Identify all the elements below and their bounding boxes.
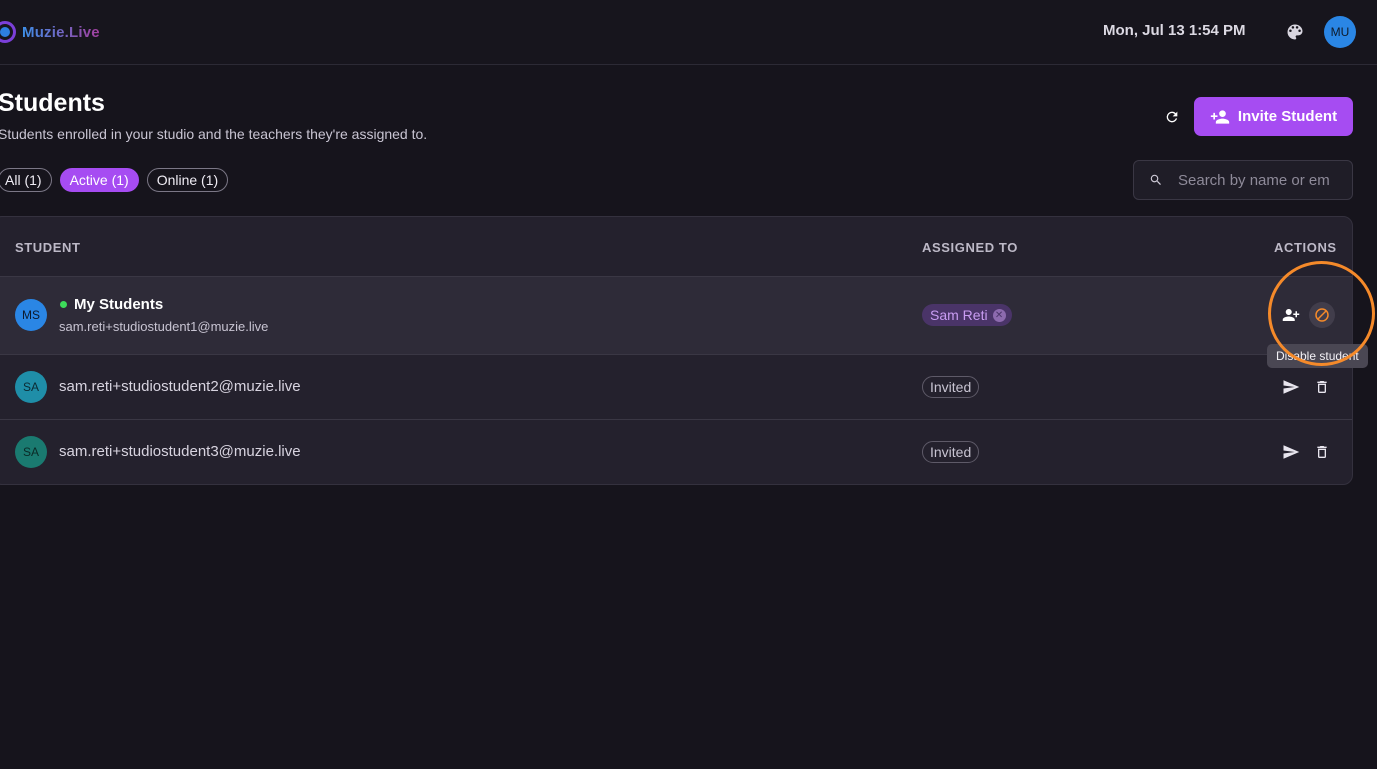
assigned-teacher-name: Sam Reti — [930, 307, 988, 323]
table-header: STUDENT ASSIGNED TO ACTIONS — [0, 217, 1352, 277]
send-icon — [1283, 445, 1300, 459]
page-title: Students — [0, 89, 105, 117]
column-student: STUDENT — [15, 240, 81, 255]
disable-student-button[interactable] — [1309, 302, 1335, 328]
student-email: sam.reti+studiostudent1@muzie.live — [59, 319, 269, 334]
logo-mark-icon — [0, 21, 16, 43]
logo-text: Muzie.Live — [22, 23, 100, 41]
online-status-dot — [60, 301, 67, 308]
resend-invite-button[interactable] — [1278, 439, 1304, 465]
resend-invite-button[interactable] — [1278, 374, 1304, 400]
student-name: My Students — [74, 296, 164, 313]
add-person-icon — [1210, 109, 1230, 124]
assign-teacher-button[interactable] — [1278, 302, 1304, 328]
palette-icon — [1287, 24, 1303, 40]
search-icon-wrap — [1134, 173, 1178, 187]
student-email: sam.reti+studiostudent3@muzie.live — [59, 443, 301, 460]
student-avatar: SA — [15, 371, 47, 403]
table-row[interactable]: SA sam.reti+studiostudent2@muzie.live In… — [0, 355, 1352, 420]
delete-invite-button[interactable] — [1309, 374, 1335, 400]
student-avatar: MS — [15, 299, 47, 331]
refresh-icon — [1166, 111, 1178, 123]
user-avatar[interactable]: MU — [1324, 16, 1356, 48]
current-datetime: Mon, Jul 13 1:54 PM — [1103, 22, 1246, 39]
trash-icon — [1317, 446, 1327, 458]
filter-chips: All (1) Active (1) Online (1) — [0, 168, 229, 192]
table-row[interactable]: MS My Students sam.reti+studiostudent1@m… — [0, 277, 1352, 355]
filter-active[interactable]: Active (1) — [59, 168, 139, 192]
student-avatar: SA — [15, 436, 47, 468]
refresh-button[interactable] — [1160, 105, 1184, 129]
search-input[interactable] — [1178, 171, 1348, 189]
theme-palette-button[interactable] — [1283, 20, 1307, 44]
column-assigned-to: ASSIGNED TO — [922, 240, 1018, 255]
app-logo[interactable]: Muzie.Live — [0, 20, 100, 44]
students-table: STUDENT ASSIGNED TO ACTIONS MS My Studen… — [0, 216, 1353, 485]
disable-student-tooltip: Disable student — [1267, 344, 1368, 368]
top-bar: Muzie.Live Mon, Jul 13 1:54 PM MU — [0, 0, 1377, 65]
invited-status-badge: Invited — [922, 376, 980, 398]
delete-invite-button[interactable] — [1309, 439, 1335, 465]
send-icon — [1283, 380, 1300, 394]
trash-icon — [1317, 381, 1327, 393]
column-actions: ACTIONS — [1274, 240, 1337, 255]
search-icon — [1150, 174, 1161, 185]
filter-all[interactable]: All (1) — [0, 168, 52, 192]
invite-student-button[interactable]: Invite Student — [1194, 97, 1353, 136]
filter-online[interactable]: Online (1) — [146, 168, 229, 192]
invite-student-label: Invite Student — [1237, 108, 1338, 125]
table-row[interactable]: SA sam.reti+studiostudent3@muzie.live In… — [0, 420, 1352, 484]
assigned-teacher-tag: Sam Reti ✕ — [922, 304, 1012, 326]
search-box — [1133, 160, 1353, 200]
remove-teacher-icon[interactable]: ✕ — [992, 308, 1006, 322]
student-email: sam.reti+studiostudent2@muzie.live — [59, 378, 301, 395]
person-add-icon — [1282, 309, 1300, 321]
invited-status-badge: Invited — [922, 441, 980, 463]
page-subtitle: Students enrolled in your studio and the… — [0, 126, 428, 142]
block-icon — [1315, 308, 1329, 322]
